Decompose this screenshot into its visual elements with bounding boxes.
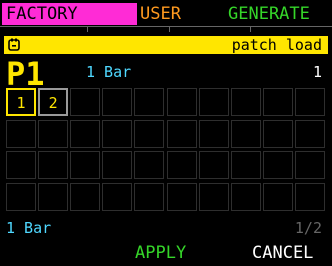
apply-button[interactable]: APPLY [135, 243, 186, 263]
grid-cell[interactable] [166, 151, 197, 179]
patch-length: 1 Bar [86, 63, 132, 81]
grid-cell[interactable] [6, 119, 36, 148]
grid-cell[interactable] [134, 119, 165, 148]
grid-cell[interactable] [230, 88, 261, 116]
tab-user[interactable]: USER [140, 3, 181, 25]
grid-cell[interactable] [38, 182, 69, 211]
grid-cell[interactable] [294, 88, 325, 116]
tab-generate[interactable]: GENERATE [228, 3, 310, 25]
grid-cell[interactable] [198, 182, 229, 211]
grid-cell[interactable] [262, 151, 293, 179]
grid-cell[interactable] [230, 182, 261, 211]
footer-length: 1 Bar [6, 219, 52, 237]
grid-cell[interactable] [134, 151, 165, 179]
grid-cell[interactable] [70, 119, 101, 148]
grid-cell[interactable] [262, 119, 293, 148]
page-indicator: 1/2 [294, 219, 322, 237]
cancel-button[interactable]: CANCEL [252, 243, 313, 263]
tab-tick [250, 26, 251, 32]
grid-cell[interactable] [70, 151, 101, 179]
grid-cell[interactable] [166, 88, 197, 116]
patch-load-banner: patch load [4, 36, 328, 54]
grid-cell[interactable] [70, 88, 101, 116]
tab-tick [87, 26, 88, 32]
grid-cell[interactable] [294, 182, 325, 211]
patch-count: 1 [312, 63, 322, 81]
grid-cell[interactable] [230, 151, 261, 179]
grid-cell-label: 1 [16, 94, 26, 112]
patch-id: P1 [6, 55, 45, 93]
grid-cell-label: 2 [48, 94, 58, 112]
grid-cell[interactable] [198, 119, 229, 148]
grid-cell[interactable] [294, 119, 325, 148]
grid-cell[interactable] [262, 88, 293, 116]
grid-cell[interactable] [102, 88, 133, 116]
grid-cell[interactable] [166, 182, 197, 211]
grid-cell[interactable] [6, 151, 36, 179]
grid-cell[interactable] [294, 151, 325, 179]
grid-cell[interactable] [38, 119, 69, 148]
grid-cell[interactable] [262, 182, 293, 211]
grid-cell[interactable] [134, 182, 165, 211]
grid-cell[interactable] [198, 151, 229, 179]
grid-cell[interactable]: 2 [38, 88, 69, 116]
grid-cell[interactable] [38, 151, 69, 179]
grid-cell[interactable] [102, 151, 133, 179]
tab-tick [169, 26, 170, 32]
tab-divider [0, 26, 332, 27]
tab-bar: FACTORY USER GENERATE [0, 0, 332, 32]
grid-cell[interactable] [166, 119, 197, 148]
grid-cell[interactable] [6, 182, 36, 211]
grid-cell[interactable] [198, 88, 229, 116]
grid-cell[interactable] [70, 182, 101, 211]
grid-cell[interactable] [230, 119, 261, 148]
grid-cell[interactable] [134, 88, 165, 116]
tab-factory[interactable]: FACTORY [2, 3, 137, 25]
patch-icon [8, 38, 20, 51]
grid-cell[interactable]: 1 [6, 88, 36, 116]
grid-cell[interactable] [102, 182, 133, 211]
grid-cell[interactable] [102, 119, 133, 148]
banner-label: patch load [231, 36, 322, 54]
